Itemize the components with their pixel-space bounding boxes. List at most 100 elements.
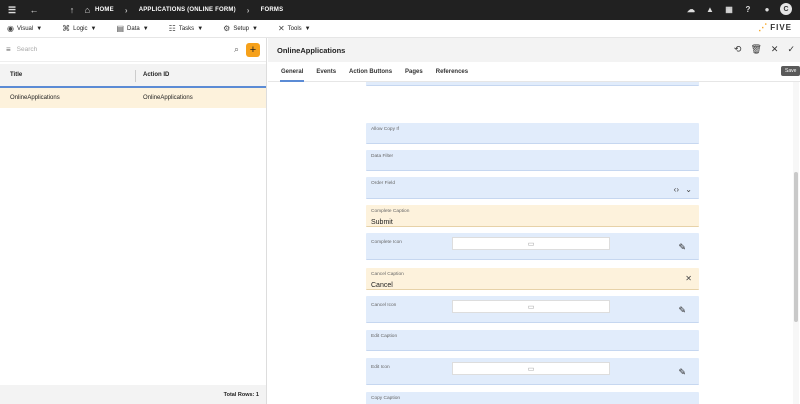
tools-icon: ✕ bbox=[277, 24, 285, 33]
avatar[interactable]: C bbox=[780, 3, 792, 15]
breadcrumb-applications[interactable]: APPLICATIONS (ONLINE FORM) bbox=[139, 7, 236, 13]
field-label: Order Field bbox=[371, 181, 395, 186]
field-copy-caption[interactable]: Copy Caption bbox=[366, 392, 699, 404]
eye-icon: ◉ bbox=[7, 24, 14, 33]
form-header: OnlineApplications bbox=[268, 38, 800, 62]
hamburger-icon[interactable]: ☰ bbox=[5, 3, 19, 17]
table-row[interactable]: OnlineApplications OnlineApplications bbox=[0, 88, 266, 108]
menu-tools[interactable]: ✕ Tools ▼ bbox=[278, 24, 311, 33]
chevron-down-icon[interactable]: ⌄ bbox=[685, 185, 692, 194]
menu-bar: ◉ Visual ▼ ⌘ Logic ▼ ▤ Data ▼ ☷ Tasks ▼ … bbox=[0, 20, 800, 38]
form-title: OnlineApplications bbox=[277, 45, 346, 55]
search-input[interactable]: Search bbox=[17, 46, 234, 53]
field-previous[interactable] bbox=[366, 82, 699, 86]
field-label: Allow Copy If bbox=[371, 127, 399, 132]
bell-icon[interactable]: ● bbox=[761, 3, 773, 15]
pencil-icon[interactable]: ✎ bbox=[678, 242, 686, 253]
scrollbar-thumb[interactable] bbox=[794, 172, 798, 322]
tab-references[interactable]: References bbox=[436, 69, 468, 75]
filter-icon[interactable]: ≡ bbox=[6, 45, 11, 54]
field-label: Complete Caption bbox=[371, 209, 410, 214]
caret-down-icon: ▼ bbox=[197, 25, 204, 32]
cell-action-id: OnlineApplications bbox=[143, 95, 193, 101]
plus-icon: + bbox=[249, 43, 257, 56]
menu-label: Setup bbox=[233, 25, 249, 32]
cell-title: OnlineApplications bbox=[10, 95, 60, 101]
column-header-action-id[interactable]: Action ID bbox=[143, 72, 169, 78]
logic-icon: ⌘ bbox=[62, 24, 71, 33]
search-bar: ≡ Search ⌕ + bbox=[0, 38, 266, 62]
five-logo-mark-icon: ⋰ bbox=[758, 22, 769, 32]
save-check-icon[interactable]: ✓ bbox=[787, 44, 795, 55]
field-label: Cancel Caption bbox=[371, 272, 404, 277]
trash-icon[interactable]: 🗑 bbox=[750, 44, 761, 55]
image-input[interactable]: ▭ bbox=[452, 300, 610, 313]
caret-down-icon: ▼ bbox=[304, 25, 311, 32]
field-data-filter[interactable]: Data Filter bbox=[366, 150, 699, 171]
tab-general[interactable]: General bbox=[279, 69, 305, 82]
scrollbar[interactable] bbox=[793, 82, 799, 404]
field-edit-caption[interactable]: Edit Caption bbox=[366, 330, 699, 351]
field-label: Complete Icon bbox=[371, 240, 402, 245]
help-icon[interactable]: ? bbox=[742, 3, 754, 15]
menu-label: Tasks bbox=[178, 25, 195, 32]
field-label: Edit Caption bbox=[371, 334, 398, 339]
field-complete-caption[interactable]: Complete Caption Submit bbox=[366, 205, 699, 227]
building-icon[interactable]: ▦ bbox=[723, 3, 735, 15]
tab-bar: General Events Action Buttons Pages Refe… bbox=[268, 62, 800, 82]
pencil-icon[interactable]: ✎ bbox=[678, 305, 686, 316]
form-panel: OnlineApplications ⟲ 🗑 ✕ ✓ Save General … bbox=[268, 38, 800, 404]
menu-label: Tools bbox=[287, 25, 302, 32]
field-edit-icon[interactable]: Edit Icon ▭ ✎ bbox=[366, 358, 699, 385]
code-icon[interactable]: ‹› bbox=[674, 185, 679, 194]
column-header-title[interactable]: Title bbox=[10, 72, 22, 78]
image-icon: ▭ bbox=[527, 365, 535, 373]
clear-icon[interactable]: ✕ bbox=[685, 274, 692, 283]
search-icon[interactable]: ⌕ bbox=[234, 44, 239, 55]
tab-pages[interactable]: Pages bbox=[405, 69, 423, 75]
menu-visual[interactable]: ◉ Visual ▼ bbox=[7, 24, 42, 33]
field-complete-icon[interactable]: Complete Icon ▭ ✎ bbox=[366, 233, 699, 260]
home-icon: ⌂ bbox=[84, 5, 91, 15]
menu-label: Visual bbox=[16, 25, 34, 32]
caret-down-icon: ▼ bbox=[36, 25, 43, 32]
field-order-field[interactable]: Order Field ‹› ⌄ bbox=[366, 177, 699, 199]
tasks-icon: ☷ bbox=[168, 24, 176, 33]
total-rows: Total Rows: 1 bbox=[0, 385, 266, 404]
chevron-right-icon: › bbox=[246, 5, 250, 15]
breadcrumb-home[interactable]: HOME bbox=[95, 7, 114, 13]
history-icon[interactable]: ⟲ bbox=[734, 44, 742, 55]
field-allow-copy-if[interactable]: Allow Copy If bbox=[366, 123, 699, 144]
field-label: Copy Caption bbox=[371, 396, 401, 401]
field-cancel-icon[interactable]: Cancel Icon ▭ ✎ bbox=[366, 296, 699, 323]
image-icon: ▭ bbox=[527, 303, 535, 311]
arrow-up-icon[interactable]: ↑ bbox=[65, 3, 79, 17]
image-input[interactable]: ▭ bbox=[452, 237, 610, 250]
menu-tasks[interactable]: ☷ Tasks ▼ bbox=[169, 24, 203, 33]
field-value: Submit bbox=[371, 219, 393, 226]
field-cancel-caption[interactable]: Cancel Caption Cancel ✕ bbox=[366, 268, 699, 290]
column-divider bbox=[135, 70, 136, 82]
menu-data[interactable]: ▤ Data ▼ bbox=[116, 24, 148, 33]
tab-action-buttons[interactable]: Action Buttons bbox=[349, 69, 392, 75]
menu-logic[interactable]: ⌘ Logic ▼ bbox=[62, 24, 96, 33]
cloud-sync-icon[interactable]: ☁ bbox=[685, 3, 697, 15]
menu-setup[interactable]: ⚙ Setup ▼ bbox=[223, 24, 258, 33]
close-icon[interactable]: ✕ bbox=[771, 44, 779, 55]
field-label: Edit Icon bbox=[371, 365, 390, 370]
image-input[interactable]: ▭ bbox=[452, 362, 610, 375]
top-bar-actions: ☁ ▲ ▦ ? ● C bbox=[685, 3, 792, 15]
caret-down-icon: ▼ bbox=[90, 25, 97, 32]
top-bar: ☰ ← ↑ ⌂ HOME › APPLICATIONS (ONLINE FORM… bbox=[0, 0, 800, 20]
field-label: Data Filter bbox=[371, 154, 394, 159]
breadcrumb: ⌂ HOME › APPLICATIONS (ONLINE FORM) › FO… bbox=[83, 3, 283, 17]
tab-events[interactable]: Events bbox=[316, 69, 336, 75]
form-content: Allow Copy If Data Filter Order Field ‹›… bbox=[268, 82, 792, 404]
graduation-cap-icon[interactable]: ▲ bbox=[704, 3, 716, 15]
arrow-left-icon[interactable]: ← bbox=[27, 3, 41, 17]
field-value: Cancel bbox=[371, 282, 393, 289]
pencil-icon[interactable]: ✎ bbox=[678, 367, 686, 378]
menu-label: Data bbox=[127, 25, 140, 32]
add-button[interactable]: + bbox=[246, 42, 260, 57]
breadcrumb-forms[interactable]: FORMS bbox=[261, 7, 284, 13]
